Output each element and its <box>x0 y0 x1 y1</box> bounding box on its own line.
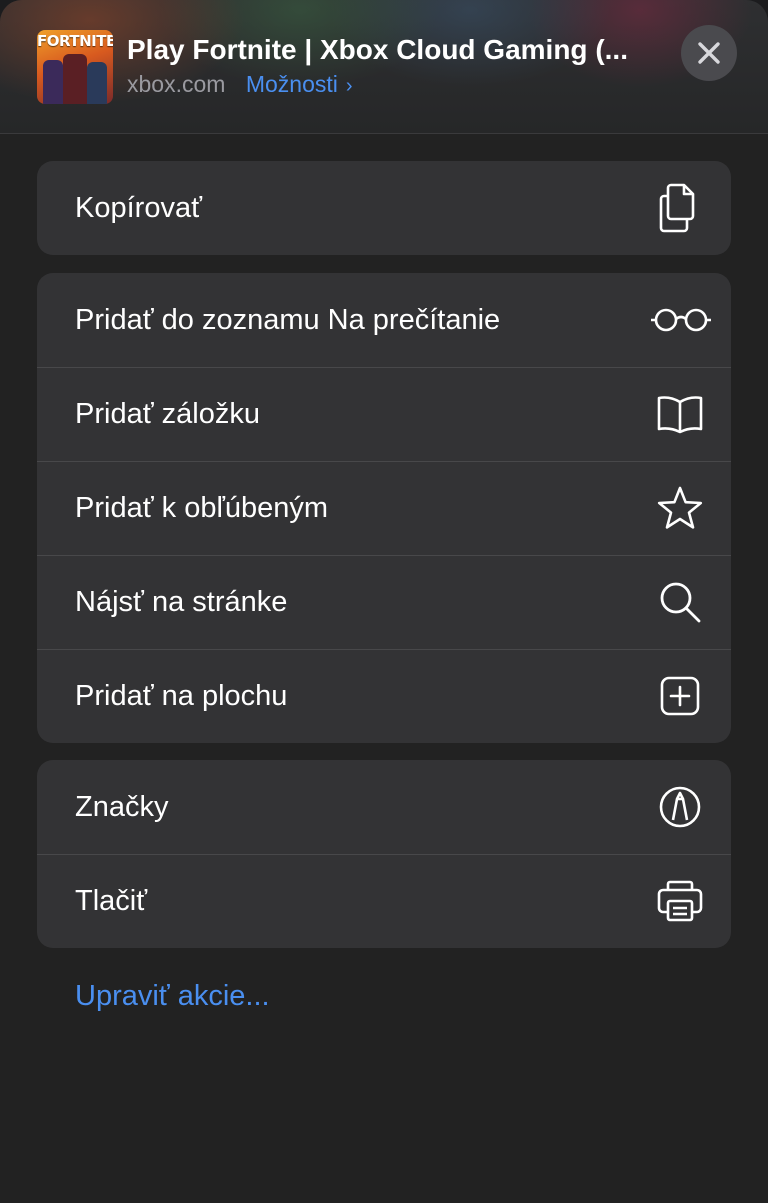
action-find-on-page[interactable]: Nájsť na stránke <box>37 555 731 649</box>
subline: xbox.com Možnosti › <box>127 71 353 98</box>
page-domain: xbox.com <box>127 71 226 97</box>
app-icon-brand: FORTNITE <box>37 32 113 50</box>
options-link[interactable]: Možnosti › <box>246 71 353 97</box>
action-label: Tlačiť <box>75 884 148 917</box>
glasses-icon <box>649 295 713 345</box>
action-label: Kopírovať <box>75 191 202 224</box>
options-label: Možnosti <box>245 71 338 97</box>
book-icon <box>655 389 705 439</box>
action-group-document: Značky Tlačiť <box>37 760 731 948</box>
action-label: Pridať do zoznamu Na prečítanie <box>75 303 501 336</box>
action-label: Značky <box>75 790 169 823</box>
action-print[interactable]: Tlačiť <box>37 854 731 948</box>
app-icon-figure <box>87 62 107 104</box>
copy-icon <box>655 183 705 233</box>
action-label: Pridať k obľúbeným <box>75 491 329 524</box>
action-copy[interactable]: Kopírovať <box>37 161 731 255</box>
printer-icon <box>655 876 705 926</box>
close-button[interactable] <box>681 25 737 81</box>
close-icon <box>698 42 720 64</box>
search-icon <box>655 577 705 627</box>
edit-actions-link[interactable]: Upraviť akcie... <box>75 980 270 1013</box>
action-add-to-favorites[interactable]: Pridať k obľúbeným <box>37 461 731 555</box>
action-label: Pridať na plochu <box>75 679 288 712</box>
star-icon <box>655 483 705 533</box>
action-group-page: Pridať do zoznamu Na prečítanie Pridať z… <box>37 273 731 743</box>
markup-icon <box>655 782 705 832</box>
add-square-icon <box>655 671 705 721</box>
page-title: Play Fortnite | Xbox Cloud Gaming (... <box>127 34 627 65</box>
action-add-to-reading-list[interactable]: Pridať do zoznamu Na prečítanie <box>37 273 731 367</box>
share-sheet-header: FORTNITE Play Fortnite | Xbox Cloud Gami… <box>0 0 768 134</box>
app-icon-figure <box>63 54 87 104</box>
action-label: Nájsť na stránke <box>75 585 288 618</box>
chevron-right-icon: › <box>345 75 353 97</box>
action-label: Pridať záložku <box>75 397 260 430</box>
action-add-to-home-screen[interactable]: Pridať na plochu <box>37 649 731 743</box>
action-group-copy: Kopírovať <box>37 161 731 255</box>
action-markup[interactable]: Značky <box>37 760 731 854</box>
app-icon-figure <box>43 60 63 104</box>
action-add-bookmark[interactable]: Pridať záložku <box>37 367 731 461</box>
share-sheet: FORTNITE Play Fortnite | Xbox Cloud Gami… <box>0 0 768 1203</box>
app-icon: FORTNITE <box>37 30 113 104</box>
